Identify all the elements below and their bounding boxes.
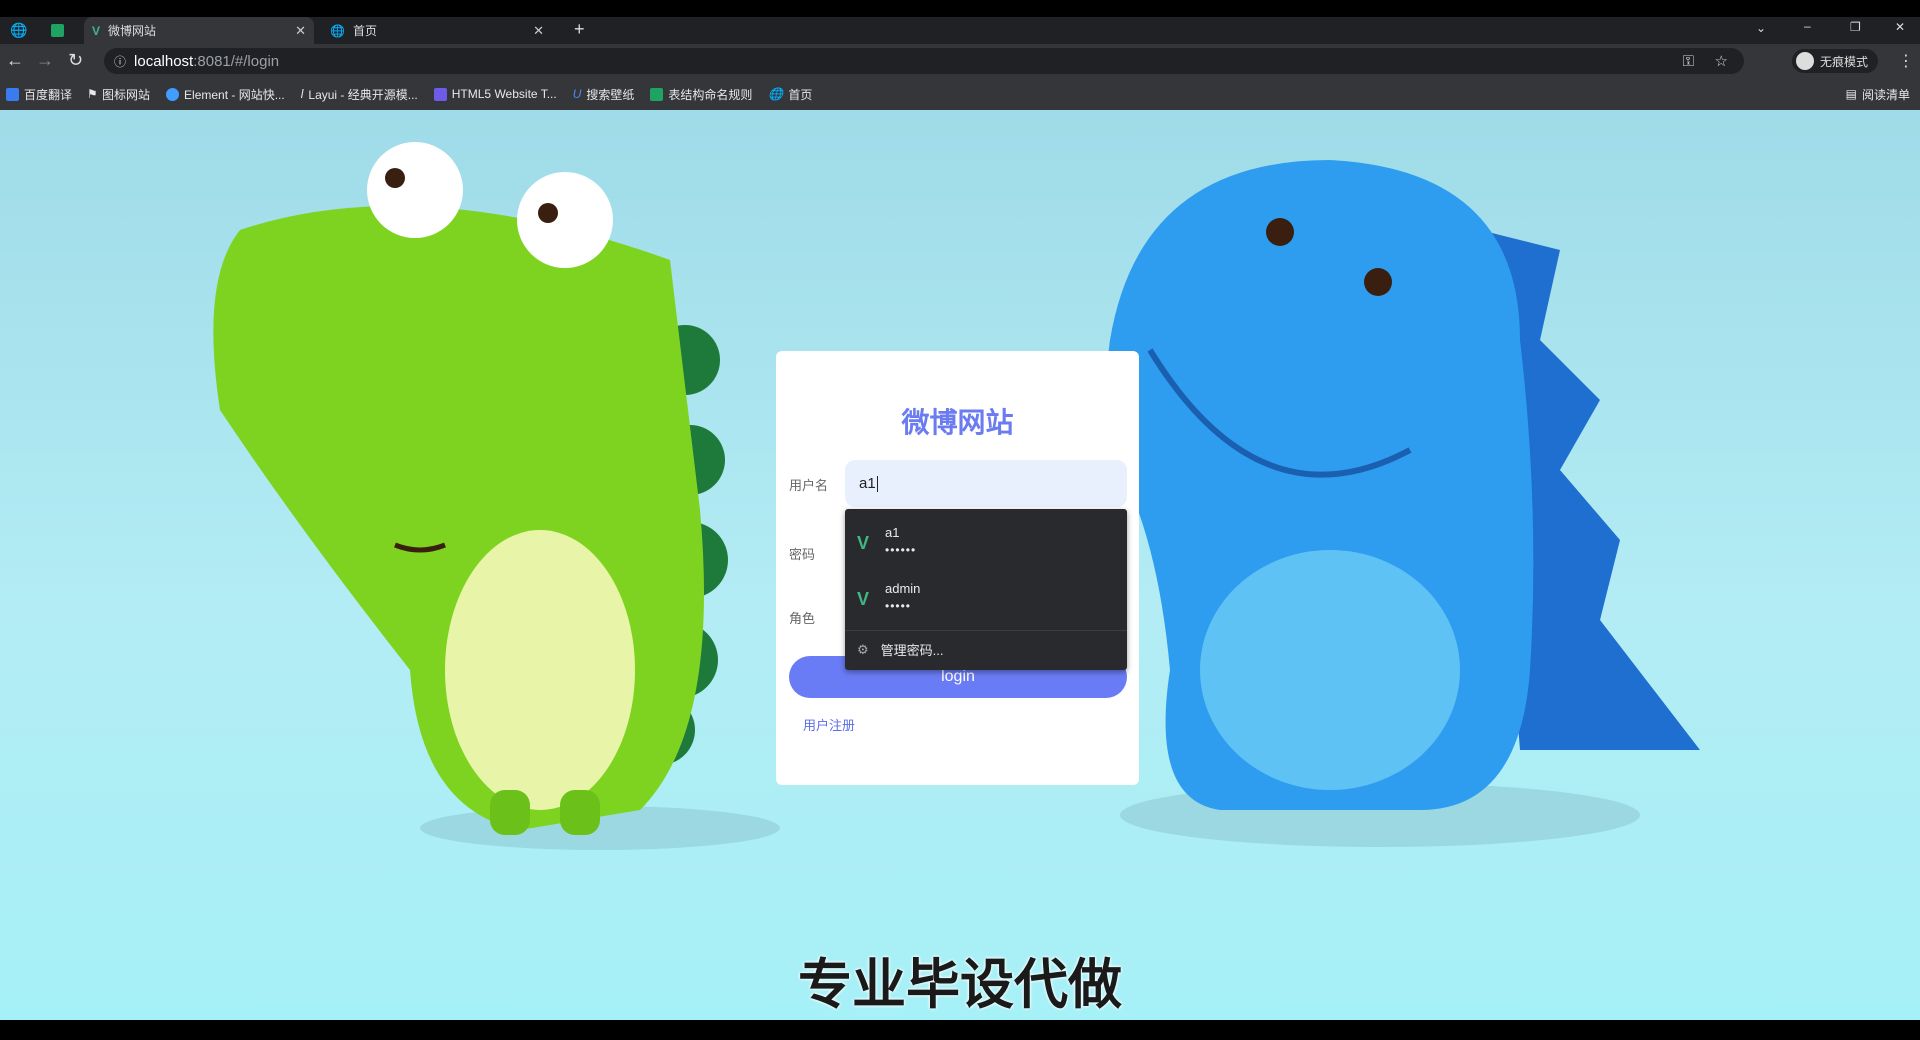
login-page: 微博网站 用户名 a1 密码 角色 login 用户注册 V a1 ••••••… [0, 110, 1920, 1020]
password-label: 密码 [789, 547, 816, 562]
autofill-option[interactable]: V admin ••••• [845, 571, 1127, 627]
restore-button[interactable]: ❐ [1850, 20, 1861, 34]
minimize-button[interactable]: – [1804, 19, 1811, 33]
html5-icon [433, 87, 447, 101]
tab-weibo[interactable]: V 微博网站 ✕ [84, 17, 314, 44]
bookmark[interactable]: 百度翻译 [6, 86, 72, 103]
new-tab-button[interactable]: + [574, 19, 585, 40]
register-link[interactable]: 用户注册 [803, 715, 855, 734]
letterbox-bottom [0, 1020, 1920, 1040]
bookmarks-bar: 百度翻译 ⚑ 图标网站 Element - 网站快... l Layui - 经典开… [0, 78, 1920, 110]
close-icon[interactable]: ✕ [295, 23, 306, 39]
site-title: 微博网站 [901, 407, 1014, 438]
video-subtitle: 专业毕设代做 [798, 955, 1122, 1015]
blue-dinosaur [1107, 160, 1700, 810]
translate-icon [6, 87, 19, 101]
reload-icon[interactable]: ↻ [68, 50, 83, 71]
url-input[interactable]: ⓘ localhost:8081/#/login ⚿ ☆ [104, 48, 1744, 74]
star-icon[interactable]: ☆ [1715, 52, 1728, 70]
autofill-option[interactable]: V a1 •••••• [845, 515, 1127, 571]
tab-home[interactable]: 🌐 首页 ✕ [322, 17, 552, 44]
manage-passwords[interactable]: ⚙ 管理密码... [857, 640, 944, 659]
close-icon[interactable]: ✕ [533, 23, 544, 39]
gear-icon: ⚙ [857, 641, 869, 657]
tab-bar: 🌐 V 微博网站 ✕ 🌐 首页 ✕ + ⌄ – ❐ ✕ [0, 17, 1920, 44]
wallpaper-icon: U [572, 87, 582, 101]
back-icon[interactable]: ← [6, 50, 24, 71]
bookmark[interactable]: 表结构命名规则 [650, 86, 752, 103]
vue-icon: V [857, 533, 870, 553]
profile-button[interactable]: 无痕模式 [1792, 49, 1879, 73]
role-label: 角色 [789, 611, 816, 626]
tab-search-icon[interactable]: ⌄ [1756, 21, 1766, 35]
address-bar-row: ← → ↻ ⓘ localhost:8081/#/login ⚿ ☆ 无痕模式 … [0, 44, 1920, 78]
text-caret [876, 475, 878, 492]
globe-icon[interactable]: 🌐 [10, 22, 27, 39]
password-autofill-dropdown: V a1 •••••• V admin ••••• ⚙ 管理密码... [845, 509, 1127, 670]
username-label: 用户名 [789, 478, 829, 493]
vue-icon: V [857, 589, 870, 609]
bookmark[interactable]: Element - 网站快... [166, 86, 285, 103]
reading-list-icon: ▤ [1845, 87, 1857, 101]
window-top [0, 0, 1920, 17]
info-icon: ⓘ [114, 54, 127, 69]
bookmark[interactable]: ⚑ 图标网站 [88, 86, 150, 103]
globe-icon: 🌐 [330, 23, 345, 38]
forward-icon[interactable]: → [36, 50, 54, 71]
sheets-icon[interactable] [51, 24, 64, 37]
green-dinosaur [213, 142, 728, 835]
bookmark[interactable]: HTML5 Website T... [433, 87, 557, 101]
key-icon[interactable]: ⚿ [1683, 53, 1694, 70]
divider [845, 630, 1127, 631]
close-window-button[interactable]: ✕ [1895, 20, 1905, 34]
reading-list[interactable]: ▤ 阅读清单 [1846, 86, 1910, 103]
username-input[interactable]: a1 [845, 460, 1127, 507]
menu-icon[interactable]: ⋮ [1898, 51, 1914, 71]
globe-icon: 🌐 [768, 87, 784, 101]
sheets-icon [650, 87, 664, 101]
bookmark[interactable]: l Layui - 经典开源模... [301, 86, 418, 103]
flag-icon: ⚑ [88, 87, 98, 101]
layui-icon: l [300, 87, 304, 101]
bookmark[interactable]: U 搜索壁纸 [573, 86, 635, 103]
vue-icon: V [92, 23, 101, 38]
bookmark[interactable]: 🌐 首页 [768, 86, 812, 103]
incognito-icon [1796, 52, 1814, 70]
element-icon [166, 87, 180, 101]
